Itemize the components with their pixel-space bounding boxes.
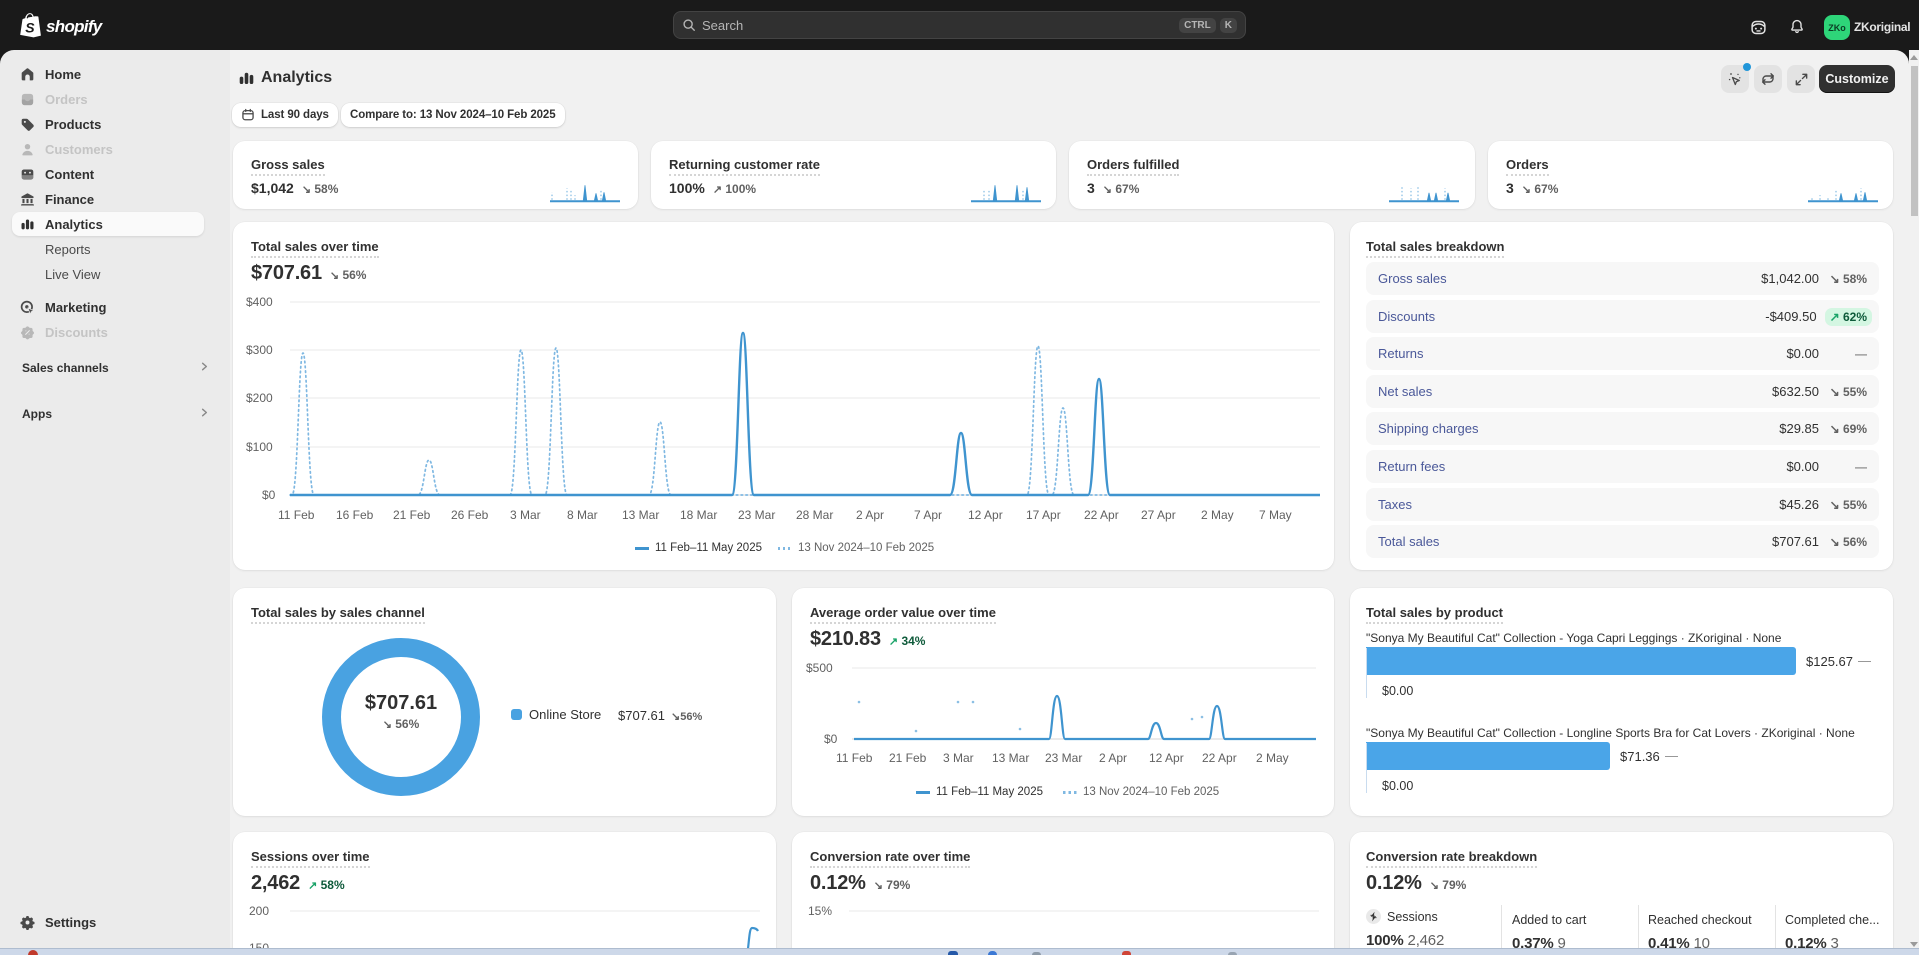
svg-text:S: S — [25, 20, 35, 36]
